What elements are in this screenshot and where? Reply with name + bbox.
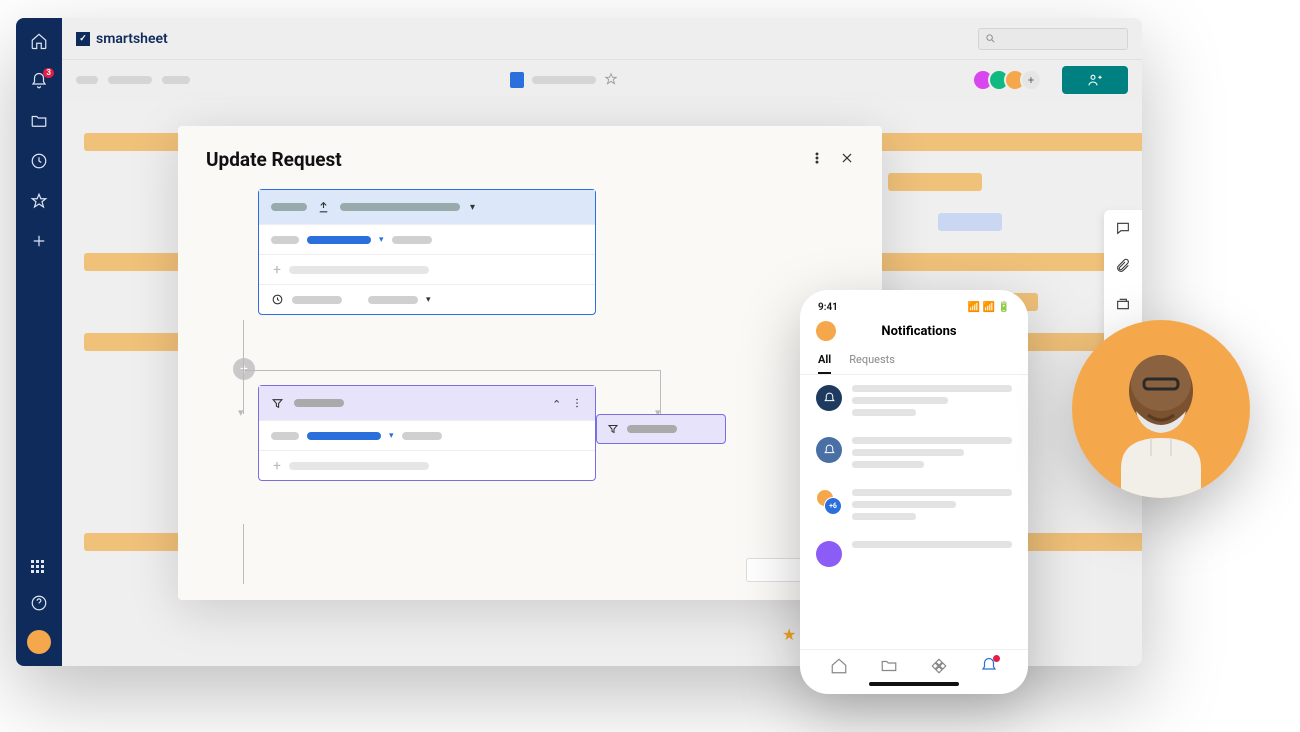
tab-requests[interactable]: Requests (849, 347, 895, 374)
breadcrumb-placeholder (162, 76, 190, 84)
phone-notifications-icon[interactable] (979, 656, 999, 676)
brand-logo[interactable]: smartsheet (76, 31, 168, 47)
mobile-preview: 9:41 📶 📶 🔋 Notifications All Requests +6 (800, 290, 1028, 694)
phone-home-indicator (869, 682, 959, 686)
connector-line (243, 524, 244, 584)
help-icon[interactable] (30, 594, 48, 612)
proofs-icon[interactable] (1115, 296, 1131, 316)
bell-icon (816, 437, 842, 463)
condition-card[interactable]: ⌄ ▾ + (258, 385, 596, 481)
cancel-button[interactable] (746, 558, 802, 582)
phone-tabs: All Requests (800, 347, 1028, 375)
condition-branch-card[interactable] (596, 414, 726, 444)
sheet-title-placeholder (532, 76, 596, 84)
phone-apps-icon[interactable] (929, 656, 949, 676)
favorites-icon[interactable] (30, 192, 48, 210)
share-button[interactable] (1062, 66, 1128, 94)
notifications-icon[interactable]: 3 (30, 72, 48, 90)
notification-badge: 3 (43, 68, 54, 78)
top-bar: smartsheet (62, 18, 1142, 60)
phone-status-bar: 9:41 📶 📶 🔋 (800, 302, 1028, 313)
modal-title: Update Request (206, 148, 342, 171)
tab-all[interactable]: All (818, 347, 831, 374)
bell-icon (816, 385, 842, 411)
recent-icon[interactable] (30, 152, 48, 170)
add-step-button[interactable]: + (233, 358, 255, 380)
create-icon[interactable] (30, 232, 48, 250)
notification-item[interactable] (816, 541, 1012, 567)
sheet-icon (510, 72, 524, 88)
favorite-toggle-icon[interactable] (604, 71, 618, 90)
home-icon[interactable] (30, 32, 48, 50)
user-avatar[interactable] (27, 630, 51, 654)
close-icon[interactable] (840, 150, 854, 169)
notification-item[interactable] (816, 437, 1012, 473)
trigger-card[interactable]: ▾ ▾ + ▾ (258, 189, 596, 315)
folder-icon[interactable] (30, 112, 48, 130)
more-options-icon[interactable] (810, 150, 824, 169)
connector-line (243, 370, 661, 371)
notification-item[interactable]: +6 (816, 489, 1012, 525)
notification-item[interactable] (816, 385, 1012, 421)
phone-tab-bar (800, 649, 1028, 676)
phone-folder-icon[interactable] (879, 656, 899, 676)
apps-icon[interactable] (31, 560, 47, 576)
toolbar: + (62, 60, 1142, 100)
comments-icon[interactable] (1115, 220, 1131, 240)
update-request-modal: Update Request ▾ ▾ + ▾ + ▾ ▾ ⌄ ▾ + (178, 126, 882, 600)
connector-line (243, 320, 244, 414)
phone-title: Notifications (826, 324, 1012, 339)
left-navigation: 3 (16, 18, 62, 666)
search-input[interactable] (978, 28, 1128, 50)
breadcrumb-placeholder (76, 76, 98, 84)
notification-list: +6 (800, 375, 1028, 649)
attachments-icon[interactable] (1115, 258, 1131, 278)
phone-home-icon[interactable] (829, 656, 849, 676)
persona-avatar (1072, 320, 1250, 498)
stacked-avatars: +6 (816, 489, 842, 515)
collaborator-avatars[interactable]: + (978, 69, 1042, 91)
breadcrumb-placeholder (108, 76, 152, 84)
user-avatar-icon (816, 541, 842, 567)
